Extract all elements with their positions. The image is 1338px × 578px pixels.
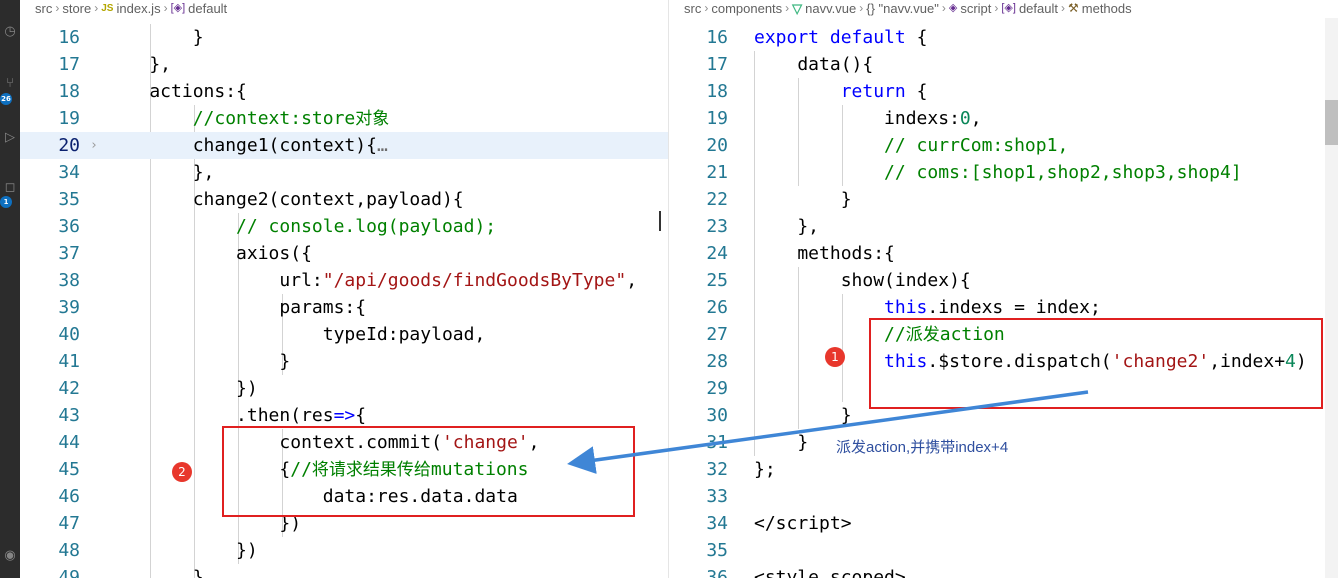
annotation-arrow bbox=[567, 390, 1089, 474]
step-marker-1: 1 bbox=[825, 347, 845, 367]
step-marker-2: 2 bbox=[172, 462, 192, 482]
annotation-note: 派发action,并携带index+4 bbox=[836, 439, 1009, 456]
